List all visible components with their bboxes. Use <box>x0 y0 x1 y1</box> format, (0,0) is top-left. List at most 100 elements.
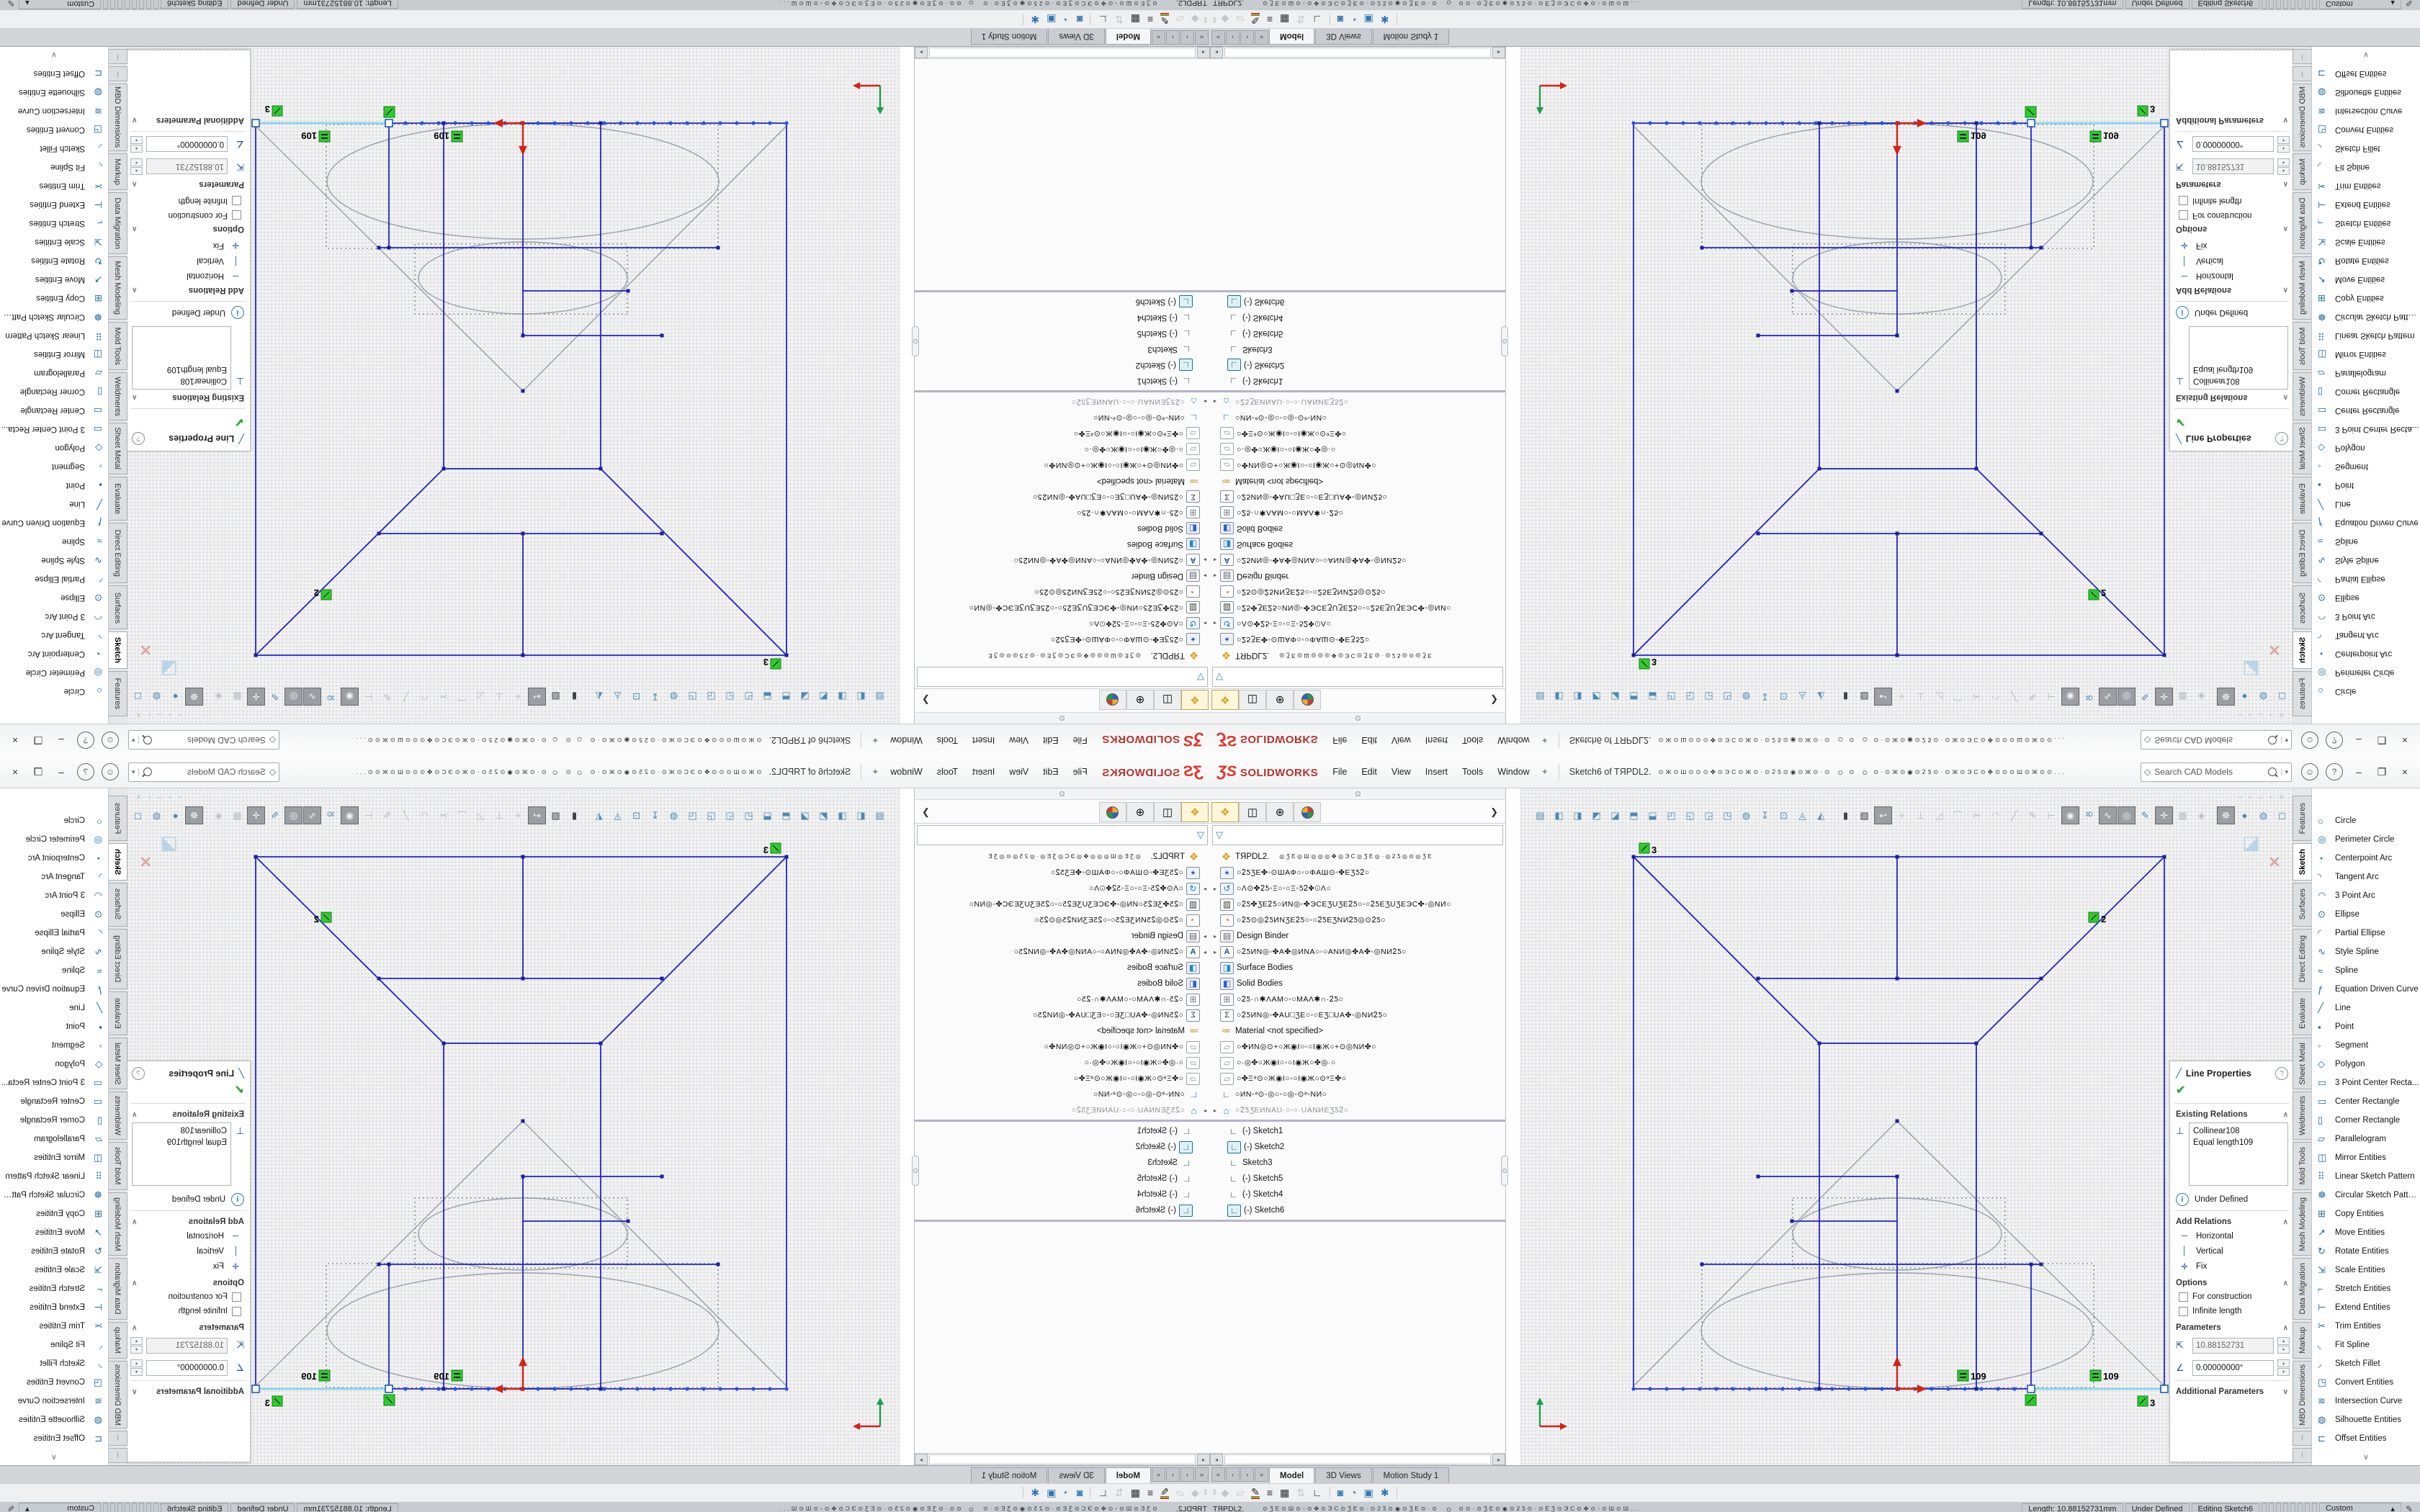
sketch-tree-row[interactable]: ∟Sketch3 <box>1210 341 1505 357</box>
quick-tool-icon[interactable]: ◆ <box>1222 14 1229 26</box>
tool-line[interactable]: ╱Line <box>0 495 108 513</box>
tab-evaluate[interactable]: Evaluate <box>109 991 127 1035</box>
collapse-icon[interactable]: ∧ <box>2283 1279 2288 1287</box>
tool-point[interactable]: ▪Point <box>2312 1017 2420 1036</box>
tree-row[interactable]: ▱○✤ИN◎⊙+○Ж◉I○◦○I◉Ж○+⊙◎NИ✤○ <box>1210 1039 1505 1055</box>
tab--[interactable]: ⁞ <box>109 66 127 81</box>
quick-tool-icon[interactable]: ◆ <box>1191 1487 1199 1499</box>
tool-line[interactable]: ╱Line <box>0 999 108 1017</box>
tab-direct-editing[interactable]: Direct Editing <box>2293 523 2311 583</box>
displaymanager-tab[interactable] <box>1294 802 1321 822</box>
scroll-left-icon[interactable]: ◂ <box>1197 1454 1210 1465</box>
tree-row[interactable]: ▥○ᒿƼ✤ƷЕᒿƼ○ИN◎◦✤ЭСЕƷUƷЕᒿƼ○◦○ᒿƼЕƷUƷЕЭС✤◦◎N… <box>1210 896 1505 912</box>
tab-nav-icon[interactable]: » <box>1152 1467 1165 1482</box>
tool-ellipse[interactable]: ⊙Ellipse <box>2312 588 2420 607</box>
toolbar-drag-handle[interactable]: ⁞⁞ <box>1213 1489 1216 1497</box>
collapse-icon[interactable]: ∧ <box>2283 1218 2288 1226</box>
search-dropdown-icon[interactable]: ▾ <box>132 768 139 776</box>
quick-tool-icon[interactable]: ▦ <box>1131 1487 1140 1499</box>
section-existing-relations[interactable]: Existing Relations∧ <box>127 391 250 407</box>
collapse-icon[interactable]: ∧ <box>132 1111 137 1119</box>
tool-silhouette-entities[interactable]: ◍Silhouette Entities <box>0 1410 108 1429</box>
tree-row[interactable]: ◧Solid Bodies <box>1210 976 1505 991</box>
tool-3-point-center-recta-[interactable]: ▭3 Point Center Recta... <box>0 1074 108 1092</box>
tree-row[interactable]: ≔Material <not specified> <box>915 1023 1210 1039</box>
featuremanager-tab[interactable]: ❖ <box>1181 690 1209 710</box>
tab-mesh-modeling[interactable]: Mesh Modeling <box>109 1192 127 1256</box>
spin-up-icon[interactable]: ▴ <box>130 1337 143 1345</box>
expand-icon[interactable]: ▸ <box>1210 949 1220 955</box>
search-icon[interactable] <box>2268 768 2277 776</box>
collapse-icon[interactable]: ∧ <box>132 181 137 189</box>
tab-surfaces[interactable]: Surfaces <box>109 883 127 927</box>
tree-row[interactable]: ▱○✤ИN◎⊙+○Ж◉I○◦○I◉Ж○+⊙◎NИ✤○ <box>915 1039 1210 1055</box>
quick-tool-icon[interactable]: ◆ <box>1191 14 1199 26</box>
tab-sketch[interactable]: Sketch <box>109 631 127 669</box>
quick-tool-icon[interactable]: ✎ <box>1251 1486 1260 1499</box>
collapse-icon[interactable]: ∧ <box>132 287 137 294</box>
tree-row[interactable]: ◨Surface Bodies <box>1210 960 1505 976</box>
tree-row[interactable]: ▥○ᒿƼ✤ƷЕᒿƼ○ИN◎◦✤ЭСЕƷUƷЕᒿƼ○◦○ᒿƼЕƷUƷЕЭС✤◦◎N… <box>915 600 1210 616</box>
quick-tool-icon[interactable]: ✎ <box>1251 13 1260 26</box>
panel-flyout-icon[interactable]: ❯ <box>916 806 930 818</box>
expand-icon[interactable]: ▸ <box>1200 621 1210 627</box>
scroll-left-icon[interactable]: ◂ <box>1210 47 1223 58</box>
scroll-right-icon[interactable]: ▸ <box>1492 1454 1505 1465</box>
quick-tool-icon[interactable]: ✎ <box>1160 13 1169 26</box>
tool-perimeter-circle[interactable]: ◎Perimeter Circle <box>2312 663 2420 682</box>
displaymanager-tab[interactable] <box>1294 690 1321 710</box>
tool-intersection-curve[interactable]: ≋Intersection Curve <box>2312 102 2420 120</box>
option-for-construction[interactable]: For construction <box>2170 1290 2293 1304</box>
tab-surfaces[interactable]: Surfaces <box>2293 585 2311 629</box>
parameter-value-field[interactable]: 0.00000000° <box>146 137 228 153</box>
expand-icon[interactable]: ∨ <box>132 117 137 125</box>
checkbox[interactable] <box>232 197 241 206</box>
dimxpert-tab[interactable]: ⊕ <box>1126 690 1154 710</box>
tool-3-point-center-recta-[interactable]: ▭3 Point Center Recta... <box>0 420 108 438</box>
tree-pane-divider[interactable] <box>915 1220 1210 1222</box>
relations-listbox[interactable]: Collinear108Equal length109 <box>132 326 231 390</box>
tool-circle[interactable]: ○Circle <box>0 811 108 830</box>
expand-icon[interactable]: ▸ <box>1200 949 1210 955</box>
tab-direct-editing[interactable]: Direct Editing <box>109 929 127 989</box>
expand-icon[interactable]: ▸ <box>1210 933 1220 940</box>
tree-row[interactable]: ◧Solid Bodies <box>915 521 1210 536</box>
tree-row[interactable]: ▸A○ᒿƼИN◎◦✤А✤◎ИNА○◦○АNИ◎✤А✤◦◎NИᒿƼ○ <box>915 944 1210 960</box>
graphics-area[interactable]: ▫▫–▫× ▤◧◨◩◪⬒⬓◰◱◲◳◍↧⊡◬◭▮▨↩⌖⊥◿⌒✂◠╱✎⊢◉³ᴰ∿◎✎… <box>127 788 900 1465</box>
ok-button[interactable]: ✔ <box>2170 410 2293 431</box>
tree-filter-input[interactable]: ▽ <box>917 825 1208 845</box>
quick-tool-icon[interactable]: ▣ <box>1364 14 1373 26</box>
tab-nav-icon[interactable]: » <box>1255 30 1268 45</box>
account-icon[interactable]: ☺ <box>2301 732 2318 749</box>
menu-view[interactable]: View <box>1002 764 1036 780</box>
relation-item[interactable]: Equal length109 <box>136 1137 227 1148</box>
add-relation-vertical[interactable]: │Vertical <box>2170 1243 2293 1259</box>
tab-nav-icon[interactable]: « <box>1195 30 1209 45</box>
toolbar-ellipse-icon[interactable]: ○ <box>1837 767 1843 778</box>
toolbar-ellipse-icon[interactable]: ○ <box>577 767 583 778</box>
tab-weldments[interactable]: Weldments <box>109 1092 127 1140</box>
scroll-left-icon[interactable]: ◂ <box>1210 1454 1223 1465</box>
tab--[interactable]: ⁞ <box>109 1431 127 1446</box>
graphics-area[interactable]: ▫▫–▫× ▤◧◨◩◪⬒⬓◰◱◲◳◍↧⊡◬◭▮▨↩⌖⊥◿⌒✂◠╱✎⊢◉³ᴰ∿◎✎… <box>1520 47 2293 724</box>
configuration-tab[interactable]: ◫ <box>1239 690 1266 710</box>
tree-row[interactable]: ▸⌂○ᒿƼƷЕИNАU·○◦○·UАNИЕƷƼᒿ○ <box>915 394 1210 410</box>
tool-tangent-arc[interactable]: ◝Tangent Arc <box>2312 626 2420 644</box>
quick-tool-icon[interactable]: ▱ <box>1176 14 1184 26</box>
tree-pane-divider[interactable] <box>1210 1220 1505 1222</box>
tab-sheet-metal[interactable]: Sheet Metal <box>109 1038 127 1090</box>
menu-edit[interactable]: Edit <box>1036 764 1066 780</box>
tree-row[interactable]: ▱○✤Ξᵊ⊙○Ж◉I○◦○I◉Ж○⊙ᵊΞ✤○ <box>1210 1071 1505 1086</box>
tree-row[interactable]: ◨Surface Bodies <box>1210 536 1505 552</box>
tool-circular-sketch-pattern[interactable]: ☸Circular Sketch Pattern <box>2312 307 2420 326</box>
displaymanager-tab[interactable] <box>1099 690 1126 710</box>
tool-line[interactable]: ╱Line <box>2312 495 2420 513</box>
quick-tool-icon[interactable]: ✱ <box>1031 14 1039 26</box>
expand-icon[interactable]: ▸ <box>1210 573 1220 580</box>
sketch-tree-row[interactable]: ∟Sketch3 <box>915 1155 1210 1171</box>
tool-offset-entities[interactable]: ⊏Offset Entities <box>0 64 108 83</box>
configuration-tab[interactable]: ◫ <box>1154 802 1181 822</box>
tool-mirror-entities[interactable]: ◫Mirror Entities <box>0 345 108 364</box>
tool-copy-entities[interactable]: ⊞Copy Entities <box>0 1205 108 1223</box>
parameter-value-field[interactable]: 10.88152731 <box>146 1338 228 1354</box>
